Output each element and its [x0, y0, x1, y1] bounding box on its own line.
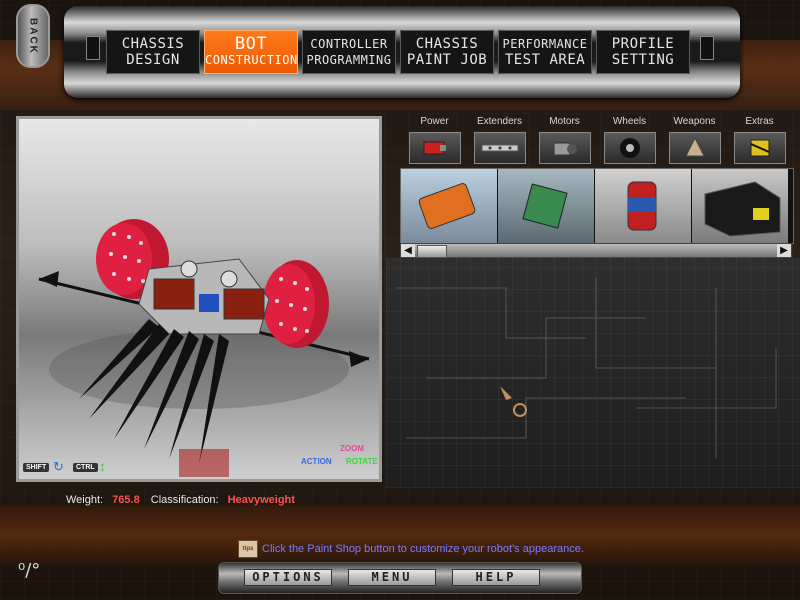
classification-value: Heavyweight	[227, 494, 295, 506]
vertical-move-icon: ↕	[99, 459, 106, 474]
battery-pack-icon	[418, 183, 476, 229]
tab-line2: PROGRAMMING	[306, 53, 392, 67]
help-button[interactable]: HELP	[452, 569, 540, 586]
extender-icon	[473, 132, 526, 164]
parts-scrollbar[interactable]: ◀ ▶	[400, 243, 792, 258]
category-extras[interactable]: Extras	[727, 116, 792, 164]
weight-stats: Weight: 765.8 Classification: Heavyweigh…	[66, 494, 303, 506]
tab-controller-programming[interactable]: CONTROLLER PROGRAMMING	[302, 30, 396, 74]
part-power-box[interactable]	[692, 169, 788, 243]
rotate-icon: ↻	[53, 459, 64, 474]
tab-performance-test-area[interactable]: PERFORMANCE TEST AREA	[498, 30, 592, 74]
category-label: Weapons	[673, 116, 716, 127]
tab-chassis-design[interactable]: CHASSIS DESIGN	[106, 30, 200, 74]
tab-line2: TEST AREA	[504, 52, 586, 68]
power-box-icon	[704, 181, 781, 237]
tab-line2: CONSTRUCTION	[205, 53, 298, 67]
tab-line1: PROFILE	[611, 36, 675, 52]
rotate-label: ROTATE	[346, 457, 378, 466]
main-nav-tabs: CHASSIS DESIGN BOT CONSTRUCTION CONTROLL…	[106, 30, 690, 74]
tip-text: Click the Paint Shop button to customize…	[262, 543, 584, 555]
category-label: Power	[420, 116, 449, 127]
category-label: Extenders	[476, 116, 523, 127]
tab-line2: SETTING	[611, 52, 675, 68]
power-canister-icon	[627, 181, 657, 231]
tab-profile-setting[interactable]: PROFILE SETTING	[596, 30, 690, 74]
parts-strip	[400, 168, 794, 244]
category-label: Motors	[549, 116, 580, 127]
scroll-right-icon[interactable]: ▶	[777, 244, 791, 257]
category-weapons[interactable]: Weapons	[662, 116, 727, 164]
extras-icon	[733, 132, 786, 164]
tip-row: tips Click the Paint Shop button to cust…	[238, 540, 584, 558]
tab-line1: CHASSIS	[415, 36, 479, 52]
part-categories: Power Extenders Motors Wheels Weapons Ex…	[402, 116, 792, 164]
part-power-canister[interactable]	[595, 169, 691, 243]
robot-model-icon	[38, 219, 370, 477]
power-icon	[408, 132, 461, 164]
wheel-icon	[603, 132, 656, 164]
weight-value: 765.8	[112, 494, 140, 506]
bottom-buttons: OPTIONS MENU HELP	[244, 569, 540, 586]
menu-button[interactable]: MENU	[348, 569, 436, 586]
tab-line2: PAINT JOB	[406, 52, 488, 68]
part-circuit-board[interactable]	[498, 169, 594, 243]
ctrl-hint: CTRL	[73, 463, 98, 472]
part-battery-pack[interactable]	[401, 169, 497, 243]
corner-mark: ⁰/°	[18, 560, 41, 581]
shift-hint: SHIFT	[23, 463, 50, 472]
tab-line1: CONTROLLER	[310, 37, 388, 51]
classification-label: Classification:	[150, 494, 219, 506]
options-button[interactable]: OPTIONS	[244, 569, 332, 586]
back-button[interactable]: BACK	[16, 4, 50, 68]
weapon-icon	[668, 132, 721, 164]
category-label: Extras	[745, 116, 774, 127]
weight-label: Weight:	[66, 494, 104, 506]
tab-bot-construction[interactable]: BOT CONSTRUCTION	[204, 30, 298, 74]
robot-3d-viewer[interactable]: SHIFT ↻ CTRL ↕	[16, 116, 382, 482]
nav-right-cap	[700, 36, 714, 60]
tab-line1: BOT	[234, 34, 268, 54]
scroll-left-icon[interactable]: ◀	[401, 244, 415, 257]
scroll-thumb[interactable]	[417, 245, 447, 258]
circuit-board-icon	[522, 183, 568, 229]
motor-icon	[538, 132, 591, 164]
category-extenders[interactable]: Extenders	[467, 116, 532, 164]
circuit-traces-icon	[396, 278, 777, 458]
circuit-board-backdrop	[386, 258, 800, 488]
tab-line1: CHASSIS	[121, 36, 185, 52]
category-wheels[interactable]: Wheels	[597, 116, 662, 164]
tips-icon: tips	[238, 540, 258, 558]
tab-line1: PERFORMANCE	[502, 37, 588, 51]
tab-chassis-paint-job[interactable]: CHASSIS PAINT JOB	[400, 30, 494, 74]
action-label: ACTION	[301, 457, 332, 466]
category-label: Wheels	[612, 116, 647, 127]
zoom-label: ZOOM	[340, 444, 364, 453]
category-motors[interactable]: Motors	[532, 116, 597, 164]
category-power[interactable]: Power	[402, 116, 467, 164]
nav-left-cap	[86, 36, 100, 60]
tab-line2: DESIGN	[126, 52, 180, 68]
